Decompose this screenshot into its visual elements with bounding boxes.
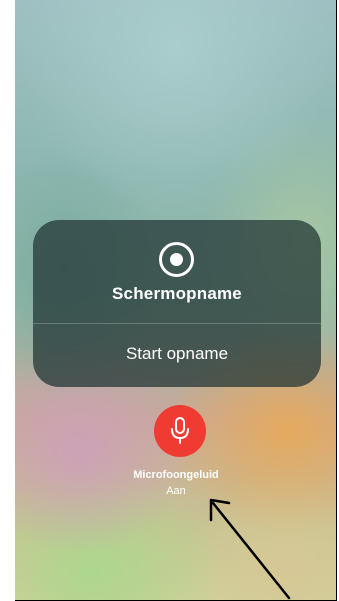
arrow-icon bbox=[209, 498, 291, 600]
screenshot-frame: Schermopname Start opname Microfoongelui… bbox=[0, 0, 339, 601]
